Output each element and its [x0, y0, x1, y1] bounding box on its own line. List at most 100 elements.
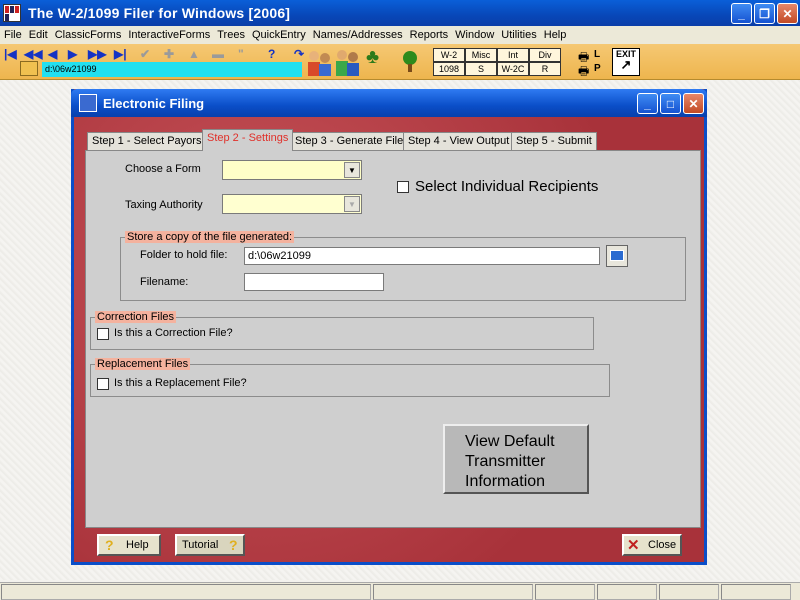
question-mark-icon: ?: [229, 537, 238, 553]
form-r-button[interactable]: R: [529, 62, 561, 76]
browse-folder-button[interactable]: [606, 245, 628, 267]
correction-files-group: Correction Files Is this a Correction Fi…: [90, 311, 594, 350]
status-pane-3: [535, 584, 595, 600]
status-bar: [0, 582, 800, 600]
help-button[interactable]: ? Help: [97, 534, 161, 556]
people-group-icon[interactable]: [334, 48, 360, 78]
tab-step4[interactable]: Step 4 - View Output: [403, 132, 515, 151]
replacement-legend: Replacement Files: [95, 358, 191, 370]
status-pane-4: [597, 584, 657, 600]
exit-arrow-icon: ↗: [620, 57, 632, 72]
form-int-button[interactable]: Int: [497, 48, 529, 62]
electronic-filing-dialog: Electronic Filing _ □ ✕ Step 1 - Select …: [71, 89, 707, 565]
choose-form-label: Choose a Form: [125, 163, 201, 175]
tab-step3[interactable]: Step 3 - Generate File: [290, 132, 409, 151]
close-app-button[interactable]: ✕: [777, 3, 798, 24]
next-record-icon[interactable]: ▶: [68, 47, 77, 61]
help-label: Help: [126, 539, 149, 551]
toolbar: |◀ ◀◀ ◀ ▶ ▶▶ ▶| ✔ ✚ ▲ ▬ " ? ↷ d:\06w2109…: [0, 44, 800, 80]
checkmark-icon[interactable]: ✔: [140, 47, 150, 61]
prev-record-icon[interactable]: ◀: [48, 47, 57, 61]
tree-icon[interactable]: ♣: [366, 46, 379, 69]
folder-icon: [610, 250, 624, 261]
folder-label: Folder to hold file:: [140, 249, 228, 261]
menu-interactiveforms[interactable]: InteractiveForms: [128, 29, 210, 41]
replacement-label: Is this a Replacement File?: [114, 377, 247, 389]
fast-forward-icon[interactable]: ▶▶: [88, 47, 106, 61]
app-title: The W-2/1099 Filer for Windows [2006]: [28, 5, 291, 21]
quote-icon[interactable]: ": [238, 47, 244, 61]
people-icon[interactable]: [306, 48, 332, 78]
menu-classicforms[interactable]: ClassicForms: [55, 29, 122, 41]
choose-form-select[interactable]: ▼: [222, 160, 362, 180]
menu-file[interactable]: File: [4, 29, 22, 41]
question-mark-icon: ?: [105, 537, 114, 553]
close-button[interactable]: ✕ Close: [622, 534, 682, 556]
view-default-transmitter-button[interactable]: View Default Transmitter Information: [443, 424, 589, 494]
select-individual-checkbox[interactable]: [397, 181, 409, 193]
menu-trees[interactable]: Trees: [217, 29, 245, 41]
print-p-label: P: [594, 63, 601, 74]
dialog-minimize-button[interactable]: _: [637, 93, 658, 114]
status-pane-2: [373, 584, 533, 600]
minimize-button[interactable]: _: [731, 3, 752, 24]
dialog-title-bar: Electronic Filing _ □ ✕: [71, 89, 707, 117]
fast-back-icon[interactable]: ◀◀: [24, 47, 42, 61]
restore-button[interactable]: ❐: [754, 3, 775, 24]
form-1098-button[interactable]: 1098: [433, 62, 465, 76]
correction-legend: Correction Files: [95, 311, 177, 323]
plus-icon[interactable]: ✚: [164, 47, 174, 61]
last-record-icon[interactable]: ▶|: [114, 47, 127, 61]
tutorial-button[interactable]: Tutorial ?: [175, 534, 245, 556]
form-w2c-button[interactable]: W-2C: [497, 62, 529, 76]
menu-quickentry[interactable]: QuickEntry: [252, 29, 306, 41]
replacement-checkbox[interactable]: [97, 378, 109, 390]
menu-utilities[interactable]: Utilities: [501, 29, 536, 41]
dialog-maximize-button[interactable]: □: [660, 93, 681, 114]
settings-panel: Choose a Form ▼ Taxing Authority ▼ Selec…: [85, 150, 701, 528]
minus-icon[interactable]: ▬: [212, 47, 224, 61]
taxing-authority-label: Taxing Authority: [125, 199, 203, 211]
correction-label: Is this a Correction File?: [114, 327, 233, 339]
select-individual-label: Select Individual Recipients: [415, 178, 599, 195]
question-icon[interactable]: ?: [268, 47, 275, 61]
folder-input[interactable]: d:\06w21099: [244, 247, 600, 265]
store-copy-legend: Store a copy of the file generated:: [125, 231, 295, 243]
form-div-button[interactable]: Div: [529, 48, 561, 62]
dialog-close-button[interactable]: ✕: [683, 93, 704, 114]
view-default-line1: View Default: [465, 433, 555, 450]
print-l-label: L: [594, 49, 601, 60]
print-portrait-icon[interactable]: 🖶: [578, 62, 589, 83]
tab-step1[interactable]: Step 1 - Select Payors: [87, 132, 207, 151]
tab-step2[interactable]: Step 2 - Settings: [202, 129, 294, 151]
view-default-line3: Information: [465, 473, 546, 490]
close-label: Close: [648, 539, 677, 551]
tab-step5[interactable]: Step 5 - Submit: [511, 132, 597, 151]
filename-label: Filename:: [140, 276, 189, 288]
status-pane-5: [659, 584, 719, 600]
menu-window[interactable]: Window: [455, 29, 494, 41]
triangle-up-icon[interactable]: ▲: [188, 47, 200, 61]
exit-button[interactable]: EXIT ↗: [612, 48, 640, 76]
correction-checkbox[interactable]: [97, 328, 109, 340]
taxing-authority-select[interactable]: ▼: [222, 194, 362, 214]
first-record-icon[interactable]: |◀: [4, 47, 17, 61]
current-path: d:\06w21099: [42, 62, 302, 77]
form-s-button[interactable]: S: [465, 62, 497, 76]
chevron-down-icon[interactable]: ▼: [344, 162, 360, 178]
tree-view-icon[interactable]: [402, 50, 418, 74]
filename-input[interactable]: [244, 273, 384, 291]
form-w2-button[interactable]: W-2: [433, 48, 465, 62]
tutorial-label: Tutorial: [182, 539, 219, 551]
menu-edit[interactable]: Edit: [29, 29, 48, 41]
menu-reports[interactable]: Reports: [410, 29, 449, 41]
menu-names-addresses[interactable]: Names/Addresses: [313, 29, 403, 41]
close-x-icon: ✕: [627, 537, 640, 554]
dialog-icon: [79, 94, 97, 112]
chevron-down-icon[interactable]: ▼: [344, 196, 360, 212]
redo-icon[interactable]: ↷: [294, 47, 304, 61]
menu-help[interactable]: Help: [544, 29, 567, 41]
form-misc-button[interactable]: Misc: [465, 48, 497, 62]
open-folder-icon[interactable]: [20, 61, 38, 76]
app-title-bar: The W-2/1099 Filer for Windows [2006] _ …: [0, 0, 800, 26]
